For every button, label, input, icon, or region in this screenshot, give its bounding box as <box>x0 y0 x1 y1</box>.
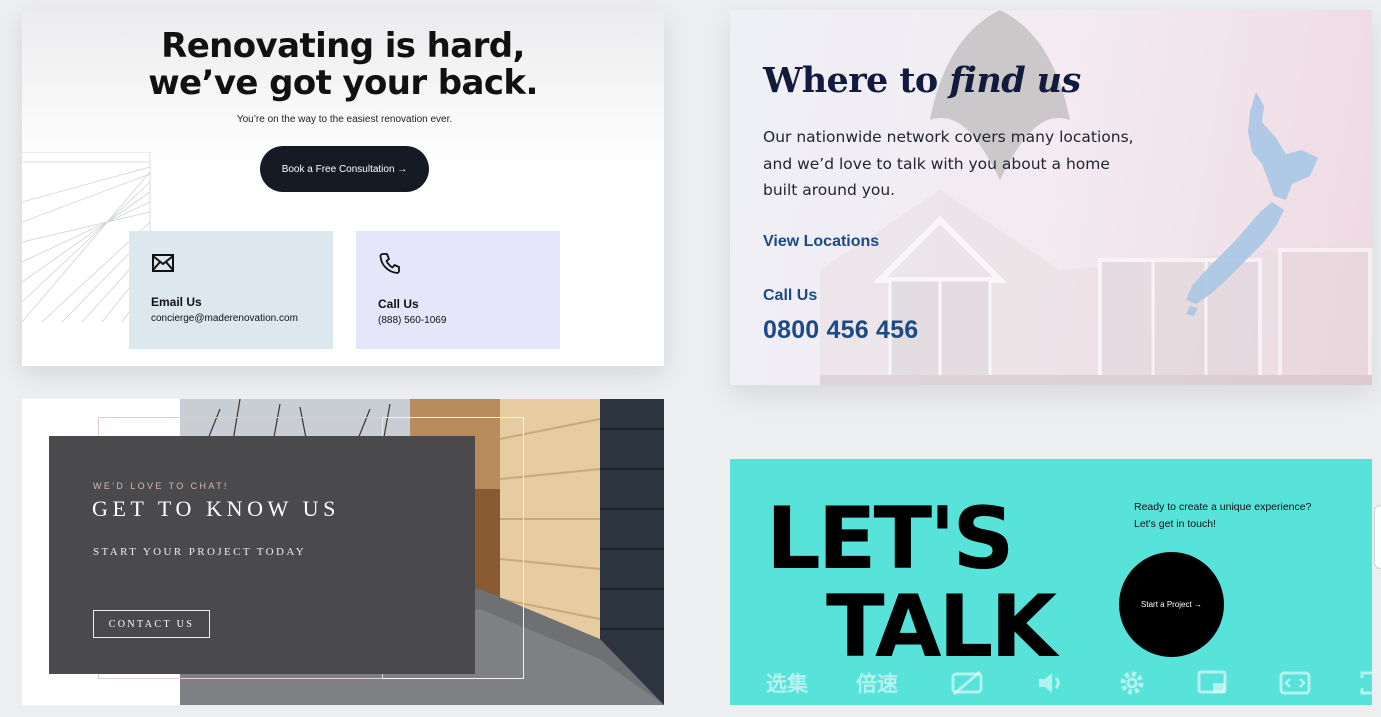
headline-line-2: we’ve got your back. <box>148 63 538 103</box>
start-project-subtitle: START YOUR PROJECT TODAY <box>93 546 307 558</box>
find-us-title-italic: find us <box>949 60 1081 101</box>
phone-icon <box>379 253 400 274</box>
chat-panel: WE'D LOVE TO CHAT! GET TO KNOW US START … <box>49 436 475 674</box>
new-zealand-map-icon <box>1186 92 1318 316</box>
contact-us-button[interactable]: CONTACT US <box>93 610 210 638</box>
playback-speed-button[interactable]: 倍速 <box>856 668 898 698</box>
get-to-know-us-card: WE'D LOVE TO CHAT! GET TO KNOW US START … <box>22 399 664 705</box>
renovation-contact-card: Renovating is hard, we’ve got your back.… <box>22 10 664 366</box>
find-us-card: Where to find us Our nationwide network … <box>730 10 1372 385</box>
call-us-title: Call Us <box>378 297 419 311</box>
book-consultation-button[interactable]: Book a Free Consultation → <box>260 146 429 192</box>
picture-in-picture-icon[interactable] <box>1196 668 1230 698</box>
chat-kicker: WE'D LOVE TO CHAT! <box>93 481 229 491</box>
network-description: Our nationwide network covers many locat… <box>763 128 1134 199</box>
find-us-title-plain: Where to <box>763 60 950 101</box>
widescreen-icon[interactable] <box>1278 668 1312 698</box>
get-to-know-us-title: GET TO KNOW US <box>92 496 340 521</box>
fullscreen-icon[interactable] <box>1358 668 1378 698</box>
call-us-label: Call Us <box>763 287 818 304</box>
call-us-box[interactable]: Call Us (888) 560-1069 <box>356 231 560 349</box>
episodes-button[interactable]: 选集 <box>766 668 808 698</box>
video-player-controls: 选集 倍速 <box>730 660 1381 705</box>
settings-gear-icon[interactable] <box>1115 668 1149 698</box>
envelope-icon <box>152 254 174 272</box>
view-locations-link[interactable]: View Locations <box>763 233 879 251</box>
lets-talk-tagline: Ready to create a unique experience? Let… <box>1134 499 1311 533</box>
tagline-line-2: Let's get in touch! <box>1134 518 1216 530</box>
headline-line-1: Renovating is hard, <box>161 26 525 66</box>
phone-number[interactable]: (888) 560-1069 <box>378 315 446 326</box>
lets-talk-line-1: LET'S <box>766 489 1014 589</box>
email-us-title: Email Us <box>151 295 202 309</box>
tagline-line-1: Ready to create a unique experience? <box>1134 501 1312 513</box>
volume-icon[interactable] <box>1034 668 1068 698</box>
subtitle: You’re on the way to the easiest renovat… <box>236 114 453 125</box>
email-us-box[interactable]: Email Us concierge@maderenovation.com <box>129 231 333 349</box>
lets-talk-line-2: TALK <box>826 577 1057 677</box>
lets-talk-headline: LET'S TALK <box>766 489 1057 677</box>
phone-number-link[interactable]: 0800 456 456 <box>763 316 918 345</box>
start-project-button[interactable]: Start a Project → <box>1119 552 1224 657</box>
find-us-title: Where to find us <box>763 60 1081 101</box>
email-address[interactable]: concierge@maderenovation.com <box>151 313 298 324</box>
subtitles-off-icon[interactable] <box>950 668 984 698</box>
side-scroll-handle[interactable] <box>1374 505 1381 569</box>
headline: Renovating is hard, we’ve got your back. <box>22 28 664 102</box>
